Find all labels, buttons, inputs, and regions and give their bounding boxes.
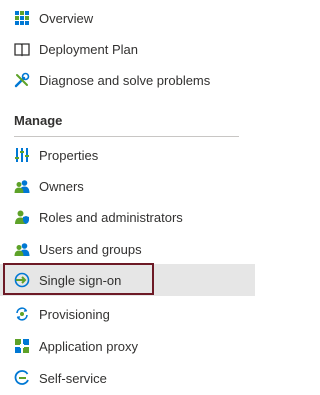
provisioning-icon — [14, 306, 30, 322]
nav-item-label: Single sign-on — [39, 272, 122, 288]
nav-item-application-proxy[interactable]: Application proxy — [0, 330, 255, 362]
users-groups-icon — [14, 241, 30, 257]
nav-item-label: Diagnose and solve problems — [39, 72, 211, 88]
nav-item-single-sign-on[interactable]: Single sign-on — [0, 264, 255, 296]
nav-item-label: Deployment Plan — [39, 41, 138, 57]
nav-item-label: Owners — [39, 178, 84, 194]
roles-icon — [14, 209, 30, 225]
owners-icon — [14, 178, 30, 194]
nav-item-label: Application proxy — [39, 338, 138, 354]
section-divider — [14, 136, 239, 137]
properties-icon — [14, 147, 30, 163]
nav-item-users-groups[interactable]: Users and groups — [0, 233, 255, 265]
nav-item-owners[interactable]: Owners — [0, 170, 255, 202]
nav-item-label: Provisioning — [39, 306, 110, 322]
sso-icon — [14, 272, 30, 288]
nav-item-overview[interactable]: Overview — [0, 2, 255, 34]
nav-item-label: Overview — [39, 10, 94, 26]
nav-item-provisioning[interactable]: Provisioning — [0, 298, 255, 330]
nav-item-roles[interactable]: Roles and administrators — [0, 201, 255, 233]
nav-item-diagnose[interactable]: Diagnose and solve problems — [0, 64, 255, 96]
nav-item-label: Self-service — [39, 370, 107, 386]
wrench-icon — [14, 72, 30, 88]
grid-icon — [14, 10, 30, 26]
section-title-manage: Manage — [14, 113, 63, 128]
nav-item-properties[interactable]: Properties — [0, 139, 255, 171]
nav-item-self-service[interactable]: Self-service — [0, 362, 255, 394]
book-icon — [14, 41, 30, 57]
nav-item-deployment-plan[interactable]: Deployment Plan — [0, 33, 255, 65]
app-proxy-icon — [14, 338, 30, 354]
nav-item-label: Users and groups — [39, 241, 142, 257]
nav-item-label: Roles and administrators — [39, 209, 183, 225]
side-navigation: Overview Deployment Plan Diagnose and so… — [0, 0, 255, 395]
self-service-icon — [14, 370, 30, 386]
nav-item-label: Properties — [39, 147, 99, 163]
